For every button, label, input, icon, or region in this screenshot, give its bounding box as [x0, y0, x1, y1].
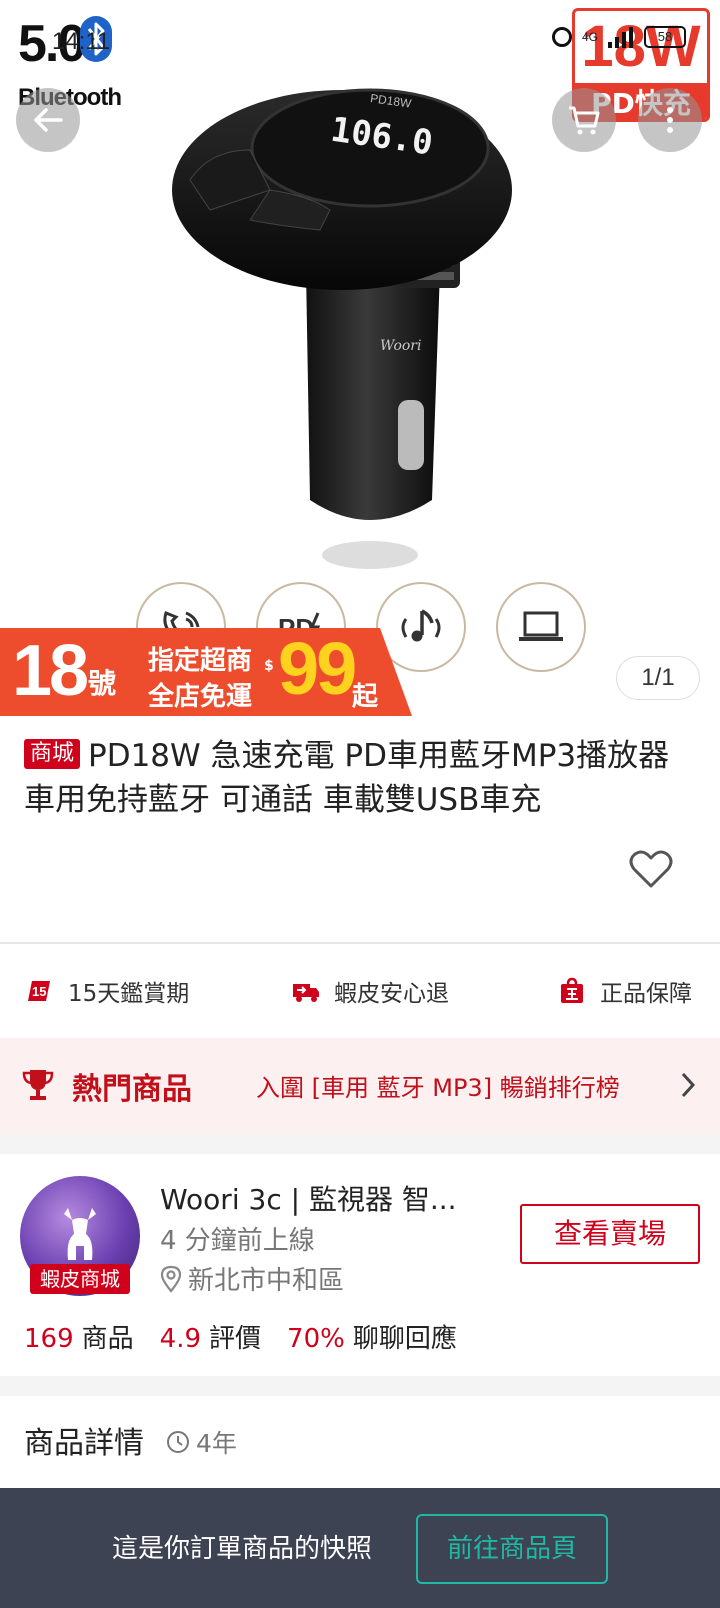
stat-label: 聊聊回應	[352, 1324, 457, 1354]
cart-button[interactable]	[552, 88, 616, 152]
watermark-text: Woori	[380, 338, 421, 354]
promo-line1: 指定超商	[148, 646, 253, 676]
product-title-text: PD18W 急速充電 PD車用藍牙MP3播放器 車用免持藍牙 可通話 車載雙US…	[24, 738, 670, 818]
shop-card: 蝦皮商城 Woori 3c | 監視器 智... 4 分鐘前上線 新北市中和區 …	[0, 1154, 720, 1376]
promo-day: 18	[12, 631, 89, 711]
guarantee-row[interactable]: 15 15天鑑賞期 蝦皮安心退 正品保障	[0, 960, 720, 1026]
status-icons: 4G 58	[551, 26, 686, 48]
hot-title: 熱門商品	[72, 1072, 192, 1107]
guarantee-label: 正品保障	[600, 981, 692, 1007]
guarantee-15-day[interactable]: 15 15天鑑賞期	[26, 974, 189, 1008]
cart-icon	[569, 106, 600, 135]
stat-rating: 4.9 評價	[160, 1318, 261, 1355]
svg-text:15: 15	[32, 984, 46, 999]
stat-label: 評價	[209, 1324, 262, 1354]
divider	[0, 942, 720, 944]
guarantee-label: 蝦皮安心退	[334, 981, 449, 1007]
mall-tag: 商城	[24, 739, 81, 769]
network-type: 4G	[581, 30, 598, 44]
laptop-feature-icon	[496, 582, 586, 672]
chevron-right-icon	[681, 1072, 696, 1098]
status-time: 14:11	[52, 28, 111, 55]
stat-number: 169	[24, 1324, 74, 1354]
clock-icon	[167, 1431, 189, 1453]
shopee-mall-badge: 蝦皮商城	[30, 1264, 130, 1294]
stat-chat-response: 70% 聊聊回應	[287, 1318, 457, 1355]
deer-logo-icon	[64, 1208, 96, 1260]
car-charger-image: 106.0 PD18W Woori	[172, 88, 512, 569]
signal-icon	[608, 26, 634, 48]
product-title-block: 商城 PD18W 急速充電 PD車用藍牙MP3播放器 車用免持藍牙 可通話 車載雙…	[24, 734, 704, 822]
shop-stats: 169 商品 4.9 評價 70% 聊聊回應	[24, 1318, 457, 1355]
view-shop-button[interactable]: 查看賣場	[520, 1204, 700, 1264]
alarm-icon	[551, 27, 572, 47]
product-image-area[interactable]: 5.0 Bluetooth 14:11 4G 58 18W PD快充	[0, 0, 720, 716]
more-button[interactable]	[638, 88, 702, 152]
promo-currency: $	[264, 658, 274, 674]
shop-location: 新北市中和區	[160, 1260, 344, 1297]
details-age-text: 4年	[196, 1429, 237, 1458]
status-bar: 5.0 Bluetooth 14:11 4G 58	[0, 0, 720, 111]
product-details-header: 商品詳情 4年	[0, 1396, 720, 1488]
like-heart-icon[interactable]	[628, 848, 674, 890]
back-button[interactable]	[16, 88, 80, 152]
promo-price: 99	[278, 627, 357, 710]
hot-rank-text: 入圍 [車用 藍牙 MP3] 暢銷排行榜	[256, 1074, 620, 1102]
guarantee-return[interactable]: 蝦皮安心退	[292, 974, 449, 1008]
stat-label: 商品	[81, 1324, 134, 1354]
trophy-icon	[22, 1070, 54, 1100]
more-vertical-icon	[667, 107, 673, 133]
hot-product-strip[interactable]: 熱門商品 入圍 [車用 藍牙 MP3] 暢銷排行榜	[0, 1038, 720, 1134]
guarantee-label: 15天鑑賞期	[68, 981, 190, 1007]
location-pin-icon	[160, 1265, 182, 1293]
go-to-product-button[interactable]: 前往商品頁	[416, 1514, 608, 1584]
promo-banner[interactable]: 18 號 指定超商 全店免運 $ 99 起	[0, 627, 412, 716]
section-gap	[0, 1376, 720, 1396]
arrow-left-icon	[34, 108, 63, 132]
promo-line2: 全店免運	[148, 682, 253, 712]
battery-icon: 58	[644, 26, 686, 48]
shop-location-text: 新北市中和區	[188, 1266, 345, 1296]
stat-number: 4.9	[159, 1324, 202, 1354]
promo-price-suffix: 起	[352, 682, 379, 712]
product-title: 商城 PD18W 急速充電 PD車用藍牙MP3播放器 車用免持藍牙 可通話 車載雙…	[24, 734, 704, 822]
fifteen-day-icon: 15	[28, 981, 50, 1001]
shop-online-status: 4 分鐘前上線	[160, 1226, 315, 1256]
promo-day-suffix: 號	[88, 667, 117, 700]
image-pager: 1/1	[616, 656, 700, 700]
section-gap	[0, 1134, 720, 1154]
snapshot-bottom-bar: 這是你訂單商品的快照 前往商品頁	[0, 1488, 720, 1608]
stat-number: 70%	[287, 1324, 345, 1354]
stat-products: 169 商品	[24, 1318, 134, 1355]
shop-name[interactable]: Woori 3c | 監視器 智...	[160, 1178, 457, 1218]
details-age: 4年	[166, 1424, 237, 1460]
genuine-bag-icon	[561, 977, 583, 1003]
snapshot-notice: 這是你訂單商品的快照	[112, 1534, 373, 1564]
guarantee-genuine[interactable]: 正品保障	[558, 974, 692, 1008]
details-title: 商品詳情	[24, 1426, 144, 1461]
truck-return-icon	[293, 984, 319, 1002]
